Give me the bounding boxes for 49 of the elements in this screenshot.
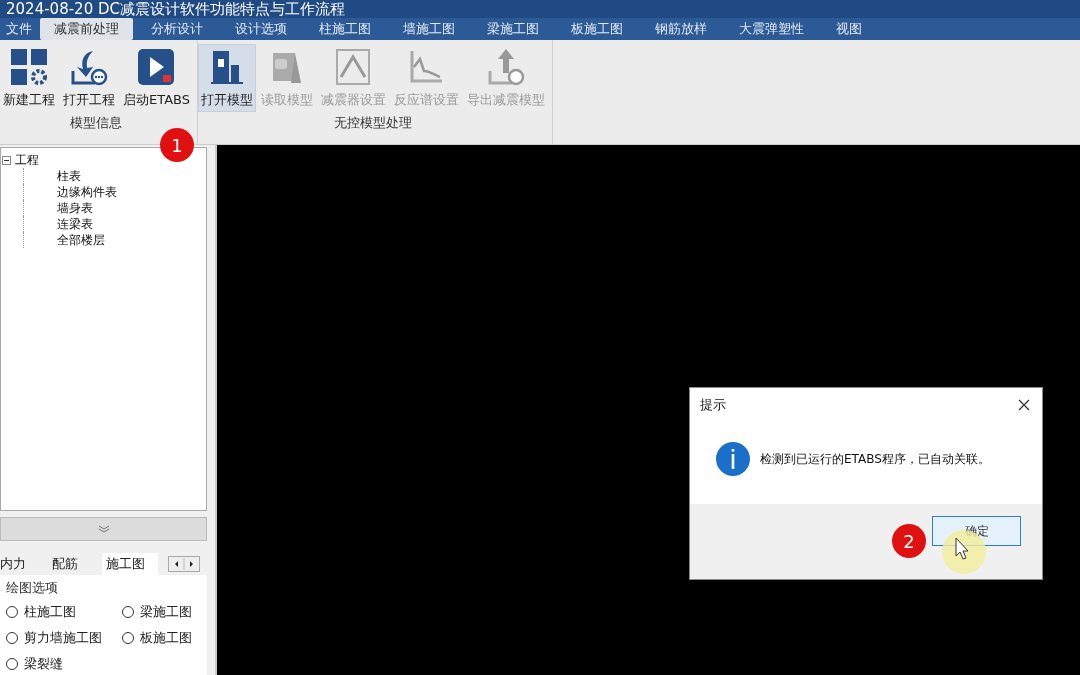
- play-icon: [136, 47, 177, 87]
- group-label: 无控模型处理: [334, 114, 412, 132]
- menu-tab[interactable]: 文件: [2, 18, 36, 40]
- radio-button[interactable]: [122, 632, 134, 644]
- ribbon-button[interactable]: 启动ETABS: [120, 44, 193, 112]
- menu-tab[interactable]: 墙施工图: [389, 18, 469, 40]
- ribbon-button[interactable]: 打开模型: [198, 44, 256, 112]
- menu-tab[interactable]: 大震弹塑性: [725, 18, 818, 40]
- radio-option[interactable]: 板施工图: [122, 629, 212, 647]
- radio-option[interactable]: 梁裂缝: [6, 655, 122, 673]
- tree-item[interactable]: 全部楼层: [47, 233, 105, 247]
- upload-tray-icon: [486, 47, 526, 87]
- menu-tab[interactable]: 钢筋放样: [641, 18, 721, 40]
- close-icon[interactable]: [1018, 399, 1030, 411]
- radio-option[interactable]: 剪力墙施工图: [6, 629, 122, 647]
- menu-tab[interactable]: 设计选项: [221, 18, 301, 40]
- collapse-icon[interactable]: [2, 155, 11, 165]
- double-chevron-down-icon: [97, 525, 110, 534]
- tree-item[interactable]: 墙身表: [47, 201, 93, 215]
- panel-tab[interactable]: 内力: [0, 553, 52, 575]
- tree-item[interactable]: 边缘构件表: [47, 185, 117, 199]
- grid-gear-icon: [9, 47, 49, 87]
- menu-tab[interactable]: 板施工图: [557, 18, 637, 40]
- ribbon-button[interactable]: 新建工程: [0, 44, 58, 112]
- callout-badge: 2: [892, 524, 926, 558]
- radio-button[interactable]: [6, 606, 18, 618]
- menu-tab[interactable]: 梁施工图: [473, 18, 553, 40]
- dialog-message: 检测到已运行的ETABS程序，已自动关联。: [760, 450, 990, 468]
- tab-scroll-arrows[interactable]: [168, 556, 200, 572]
- tree-item[interactable]: 柱表: [47, 169, 81, 183]
- radio-button[interactable]: [6, 658, 18, 670]
- menu-tab[interactable]: 减震前处理: [40, 18, 133, 40]
- radio-option[interactable]: 梁施工图: [122, 603, 212, 621]
- menu-tab[interactable]: 分析设计: [137, 18, 217, 40]
- info-icon: [716, 442, 750, 476]
- tree-item[interactable]: 连梁表: [47, 217, 93, 231]
- group-label: 模型信息: [70, 114, 123, 132]
- menu-tab[interactable]: 视图: [822, 18, 876, 40]
- menu-tab[interactable]: 柱施工图: [305, 18, 385, 40]
- panel-tab[interactable]: 配筋: [52, 553, 102, 575]
- radio-button[interactable]: [6, 632, 18, 644]
- panel-tab[interactable]: 施工图: [102, 553, 158, 575]
- radio-option[interactable]: 柱施工图: [6, 603, 122, 621]
- window-title: 2024-08-20 DC减震设计软件功能特点与工作流程: [6, 0, 345, 18]
- dialog-title: 提示: [700, 396, 726, 414]
- tree-item[interactable]: 工程: [15, 152, 39, 168]
- ribbon-button[interactable]: 打开工程: [60, 44, 118, 112]
- group-title: 绘图选项: [6, 580, 58, 595]
- radio-button[interactable]: [122, 606, 134, 618]
